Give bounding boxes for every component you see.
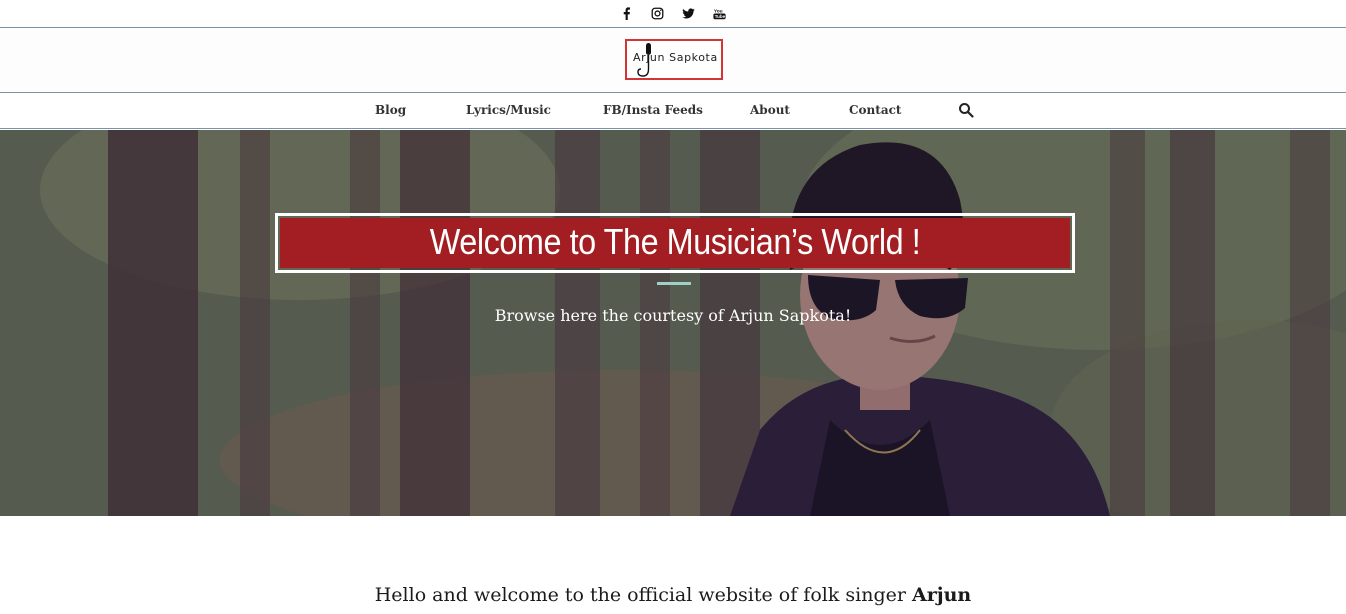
intro-bold-name: Arjun bbox=[911, 584, 972, 606]
logo-text: Arjun Sapkota bbox=[633, 51, 718, 64]
intro-paragraph: Hello and welcome to the official websit… bbox=[0, 584, 1346, 606]
header-logo-band: Arjun Sapkota bbox=[0, 29, 1346, 93]
nav-item-fb-insta-feeds[interactable]: FB/Insta Feeds bbox=[603, 103, 703, 117]
hero-banner: Welcome to The Musician’s World ! Browse… bbox=[0, 130, 1346, 516]
intro-text: Hello and welcome to the official websit… bbox=[374, 584, 912, 606]
nav-item-contact[interactable]: Contact bbox=[849, 103, 901, 117]
youtube-icon[interactable]: You Tube bbox=[713, 7, 726, 20]
hero-title: Welcome to The Musician’s World ! bbox=[429, 221, 921, 262]
main-nav: Blog Lyrics/Music FB/Insta Feeds About C… bbox=[0, 94, 1346, 129]
search-icon[interactable] bbox=[958, 102, 974, 118]
site-logo[interactable]: Arjun Sapkota bbox=[625, 39, 723, 80]
hero-divider bbox=[657, 282, 691, 285]
svg-text:Tube: Tube bbox=[715, 14, 726, 19]
facebook-icon[interactable] bbox=[620, 7, 633, 20]
nav-item-about[interactable]: About bbox=[750, 103, 790, 117]
instagram-icon[interactable] bbox=[651, 7, 664, 20]
social-bar: You Tube bbox=[0, 0, 1346, 28]
nav-item-blog[interactable]: Blog bbox=[375, 103, 406, 117]
twitter-icon[interactable] bbox=[682, 7, 695, 20]
hero-title-frame: Welcome to The Musician’s World ! bbox=[275, 213, 1075, 273]
hero-subtitle: Browse here the courtesy of Arjun Sapkot… bbox=[494, 306, 852, 325]
nav-item-lyrics-music[interactable]: Lyrics/Music bbox=[466, 103, 551, 117]
